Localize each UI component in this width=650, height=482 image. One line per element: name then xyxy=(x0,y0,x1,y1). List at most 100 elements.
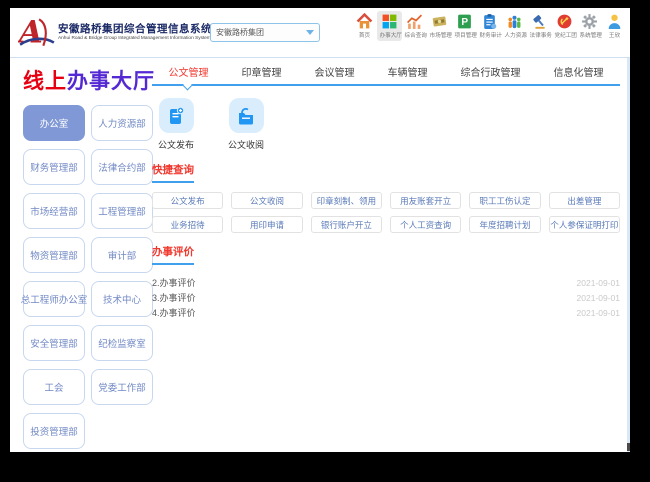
nav-item-comprehensive-query[interactable]: 综合查询 xyxy=(402,11,427,41)
sidebar-item-investment[interactable]: 投资管理部 xyxy=(23,413,85,449)
nav-item-market-management[interactable]: 市场管理 xyxy=(427,11,452,41)
company-select-value: 安徽路桥集团 xyxy=(216,27,306,38)
list-item[interactable]: 4.办事评价 2021-09-01 xyxy=(152,305,620,320)
shortcut-label: 公文收阅 xyxy=(222,138,270,151)
nav-item-label: 人力资源 xyxy=(505,33,525,39)
evaluation-underline xyxy=(152,263,194,265)
nav-item-label: 市场管理 xyxy=(430,33,450,39)
shortcut-label: 公文发布 xyxy=(152,138,200,151)
quick-query-button[interactable]: 个人工资查询 xyxy=(390,216,461,233)
sidebar-item-audit[interactable]: 审计部 xyxy=(91,237,153,273)
people-icon xyxy=(506,13,523,30)
tab-seal-management[interactable]: 印章管理 xyxy=(242,66,282,84)
app-window: A 安徽路桥集团综合管理信息系统 Anhui Road & Bridge Gro… xyxy=(10,8,630,452)
clipboard-icon xyxy=(481,13,498,30)
quick-query-button[interactable]: 用印申请 xyxy=(231,216,302,233)
tab-admin-management[interactable]: 综合行政管理 xyxy=(461,66,521,84)
nav-item-label: 系统管理 xyxy=(580,33,600,39)
user-name: 王欣 xyxy=(605,33,625,39)
evaluation-label: 3.办事评价 xyxy=(152,291,196,304)
quick-query-button[interactable]: 业务招待 xyxy=(152,216,223,233)
shortcut-document-publish[interactable]: 公文发布 xyxy=(152,98,200,151)
logo: A 安徽路桥集团综合管理信息系统 Anhui Road & Bridge Gro… xyxy=(18,13,219,51)
quick-query-button[interactable]: 个人参保证明打印 xyxy=(549,216,620,233)
sidebar-item-finance[interactable]: 财务管理部 xyxy=(23,149,85,185)
department-sidebar: 办公室 人力资源部 财务管理部 法律合约部 市场经营部 工程管理部 物资管理部 … xyxy=(23,105,153,449)
nav-item-label: 首页 xyxy=(355,33,375,39)
nav-item-human-resources[interactable]: 人力资源 xyxy=(502,11,527,41)
sidebar-item-hr[interactable]: 人力资源部 xyxy=(91,105,153,141)
sidebar-item-discipline[interactable]: 纪检监察室 xyxy=(91,325,153,361)
nav-item-label: 法律事务 xyxy=(530,33,550,39)
quick-query-section: 快捷查询 公文发布 公文收阅 印章刻制、领用 用友账套开立 职工工伤认定 出差管… xyxy=(152,164,620,233)
list-item[interactable]: 3.办事评价 2021-09-01 xyxy=(152,290,620,305)
tab-meeting-management[interactable]: 会议管理 xyxy=(315,66,355,84)
list-item[interactable]: 2.办事评价 2021-09-01 xyxy=(152,275,620,290)
sidebar-item-party-committee[interactable]: 党委工作部 xyxy=(91,369,153,405)
money-icon xyxy=(431,13,448,30)
shortcut-document-read[interactable]: 公文收阅 xyxy=(222,98,270,151)
quick-query-underline xyxy=(152,181,194,183)
nav-item-system-management[interactable]: 系统管理 xyxy=(577,11,602,41)
quick-query-button[interactable]: 出差管理 xyxy=(549,192,620,209)
quick-query-title: 快捷查询 xyxy=(152,164,620,177)
quick-query-button[interactable]: 年度招聘计划 xyxy=(469,216,540,233)
app-subtitle: Anhui Road & Bridge Group Integrated Man… xyxy=(58,35,211,41)
page-title-part1: 线上 xyxy=(23,70,67,93)
nav-item-legal-affairs[interactable]: 法律事务 xyxy=(527,11,552,41)
quick-query-button[interactable]: 公文发布 xyxy=(152,192,223,209)
sidebar-item-union[interactable]: 工会 xyxy=(23,369,85,405)
quick-query-button[interactable]: 银行账户开立 xyxy=(311,216,382,233)
evaluation-label: 4.办事评价 xyxy=(152,306,196,319)
evaluation-date: 2021-09-01 xyxy=(577,278,620,288)
sidebar-item-legal[interactable]: 法律合约部 xyxy=(91,149,153,185)
nav-item-project-management[interactable]: P 项目管理 xyxy=(452,11,477,41)
user-avatar-icon xyxy=(606,13,623,30)
nav-item-label: 办事大厅 xyxy=(380,33,400,39)
scrollbar-thumb[interactable] xyxy=(627,443,630,451)
nav-item-finance-audit[interactable]: 财务审计 xyxy=(477,11,502,41)
sidebar-item-engineering[interactable]: 工程管理部 xyxy=(91,193,153,229)
quick-query-button[interactable]: 印章刻制、领用 xyxy=(311,192,382,209)
page-title: 线上办事大厅 xyxy=(23,70,155,94)
nav-item-label: 党纪工团 xyxy=(555,33,575,39)
quick-query-button[interactable]: 职工工伤认定 xyxy=(469,192,540,209)
evaluation-label: 2.办事评价 xyxy=(152,276,196,289)
sidebar-item-tech-center[interactable]: 技术中心 xyxy=(91,281,153,317)
shortcut-row: 公文发布 公文收阅 xyxy=(152,98,620,151)
nav-item-label: 财务审计 xyxy=(480,33,500,39)
user-menu[interactable]: 王欣 xyxy=(602,11,627,41)
sidebar-item-safety[interactable]: 安全管理部 xyxy=(23,325,85,361)
evaluation-date: 2021-09-01 xyxy=(577,293,620,303)
evaluation-date: 2021-09-01 xyxy=(577,308,620,318)
top-nav: 首页 办事大厅 综合查询 市场管理 xyxy=(352,11,627,41)
nav-item-home[interactable]: 首页 xyxy=(352,11,377,41)
nav-item-label: 综合查询 xyxy=(405,33,425,39)
quick-query-button[interactable]: 用友账套开立 xyxy=(390,192,461,209)
gavel-icon xyxy=(531,13,548,30)
nav-item-label: 项目管理 xyxy=(455,33,475,39)
document-read-icon xyxy=(229,98,264,133)
quick-query-grid: 公文发布 公文收阅 印章刻制、领用 用友账套开立 职工工伤认定 出差管理 业务招… xyxy=(152,192,620,233)
tab-info-management[interactable]: 信息化管理 xyxy=(554,66,604,84)
party-emblem-icon xyxy=(556,13,573,30)
nav-item-party-union[interactable]: 党纪工团 xyxy=(552,11,577,41)
quick-query-button[interactable]: 公文收阅 xyxy=(231,192,302,209)
header: A 安徽路桥集团综合管理信息系统 Anhui Road & Bridge Gro… xyxy=(10,8,630,58)
evaluation-section: 办事评价 2.办事评价 2021-09-01 3.办事评价 2021-09-01… xyxy=(152,246,620,320)
sidebar-item-materials[interactable]: 物资管理部 xyxy=(23,237,85,273)
vertical-scrollbar[interactable] xyxy=(627,58,630,452)
main-content: 公文管理 印章管理 会议管理 车辆管理 综合行政管理 信息化管理 公文发布 公文… xyxy=(152,66,620,320)
category-tabs: 公文管理 印章管理 会议管理 车辆管理 综合行政管理 信息化管理 xyxy=(152,66,620,86)
sidebar-item-chief-engineer[interactable]: 总工程师办公室 xyxy=(23,281,85,317)
nav-item-service-hall[interactable]: 办事大厅 xyxy=(377,11,402,41)
sidebar-item-market[interactable]: 市场经营部 xyxy=(23,193,85,229)
project-icon: P xyxy=(456,13,473,30)
chart-icon xyxy=(406,13,423,30)
app-title: 安徽路桥集团综合管理信息系统 xyxy=(58,23,219,35)
tab-vehicle-management[interactable]: 车辆管理 xyxy=(388,66,428,84)
sidebar-item-office[interactable]: 办公室 xyxy=(23,105,85,141)
chevron-down-icon xyxy=(306,30,314,35)
page-title-part2: 办事大厅 xyxy=(67,70,155,93)
company-select[interactable]: 安徽路桥集团 xyxy=(210,23,320,42)
